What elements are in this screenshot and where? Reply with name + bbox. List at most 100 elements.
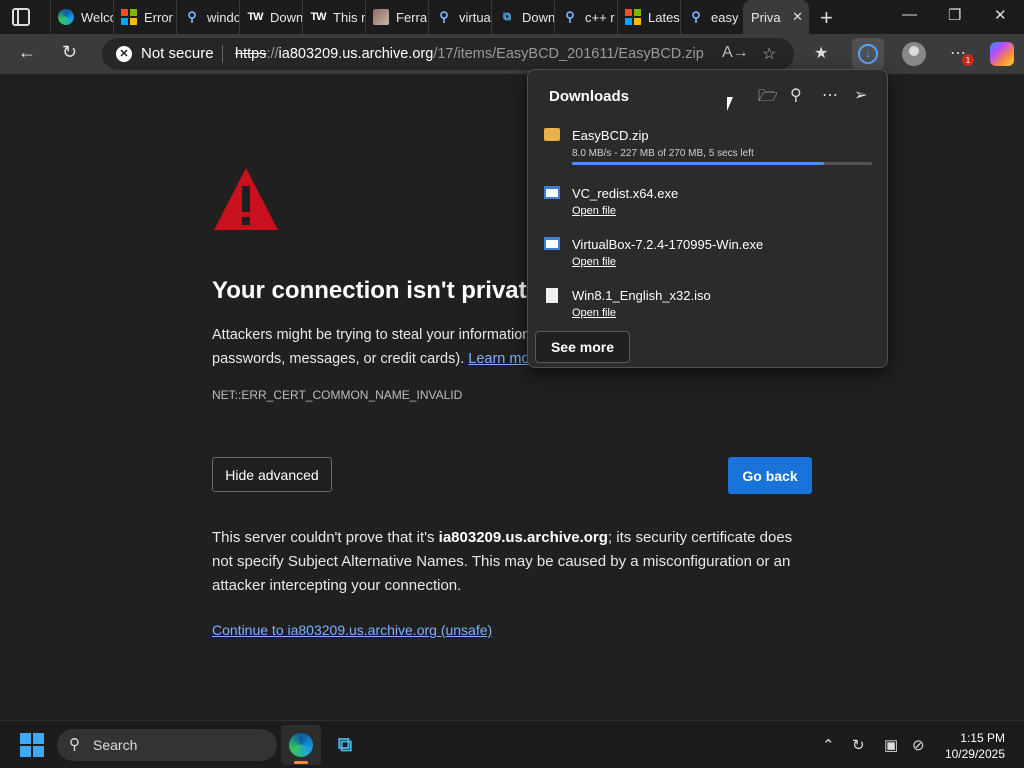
page-title: Your connection isn't private (212, 277, 540, 304)
toolbar: ← ↻ ✕ Not secure https://ia803209.us.arc… (0, 34, 1024, 74)
url-text[interactable]: https://ia803209.us.archive.org/17/items… (235, 46, 704, 62)
tab[interactable]: TW Down (239, 0, 302, 34)
continue-unsafe-link[interactable]: Continue to ia803209.us.archive.org (uns… (212, 622, 492, 638)
details-text: This server couldn't prove that it's ia8… (212, 526, 812, 598)
search-icon: ⚲ (187, 9, 197, 24)
tab[interactable]: Error (113, 0, 176, 34)
tab[interactable]: ⚲ windo (176, 0, 239, 34)
favorite-star-icon[interactable]: ☆ (762, 44, 776, 64)
tab-label: windo (207, 9, 239, 25)
download-filename: VC_redist.x64.exe (572, 186, 679, 201)
profile-avatar[interactable] (902, 42, 926, 66)
visual-studio-icon: ⧉ (503, 10, 511, 23)
tab-label: easy (711, 9, 739, 25)
tab[interactable]: ⚲ easy (680, 0, 743, 34)
see-more-button[interactable]: See more (535, 331, 630, 363)
tab-strip: Welco Error ⚲ windo TW Down TW This r Ferra… (50, 0, 809, 34)
tab[interactable]: ⧉ Down (491, 0, 554, 34)
tab-label: Welco (81, 9, 113, 25)
tab-bar: Welco Error ⚲ windo TW Down TW This r Ferra… (0, 0, 1024, 34)
new-tab-icon[interactable]: + (820, 5, 833, 31)
more-options-icon[interactable]: ⋯ (822, 85, 838, 105)
network-off-icon[interactable]: ⊘ (912, 736, 925, 754)
windows-start-icon[interactable] (20, 733, 44, 757)
image-icon (373, 9, 389, 25)
security-chip[interactable]: ✕ Not secure (116, 45, 214, 62)
security-label: Not secure (141, 45, 214, 62)
read-aloud-icon[interactable]: A→ (722, 44, 749, 62)
tab[interactable]: ⚲ c++ r (554, 0, 617, 34)
tab[interactable]: ⚲ virtua (428, 0, 491, 34)
go-back-button[interactable]: Go back (728, 457, 812, 494)
search-label: Search (93, 737, 138, 753)
tw-icon: TW (247, 11, 263, 23)
display-icon[interactable]: ▣ (884, 736, 898, 754)
exe-file-icon (544, 186, 560, 199)
tab[interactable]: TW This r (302, 0, 365, 34)
tab-label: Lates (648, 9, 680, 25)
clock-date: 10/29/2025 (944, 747, 1005, 761)
download-filename: VirtualBox-7.2.4-170995-Win.exe (572, 237, 764, 252)
download-status: 8.0 MB/s - 227 MB of 270 MB, 5 secs left (572, 148, 754, 159)
address-bar[interactable]: ✕ Not secure https://ia803209.us.archive… (102, 38, 794, 70)
download-filename: Win8.1_English_x32.iso (572, 288, 711, 303)
open-file-link[interactable]: Open file (572, 307, 616, 319)
zip-folder-icon (544, 128, 560, 141)
downloads-panel: Downloads 🗁 ⚲ ⋯ ➢ EasyBCD.zip 8.0 MB/s -… (527, 69, 888, 368)
restore-icon[interactable]: ❐ (948, 6, 961, 24)
tab[interactable]: Welco (50, 0, 113, 34)
tab-label: c++ r (585, 9, 615, 25)
notification-badge: 1 (962, 54, 974, 66)
search-icon: ⚲ (691, 9, 701, 24)
error-code: NET::ERR_CERT_COMMON_NAME_INVALID (212, 388, 463, 402)
tab-label: Down (270, 9, 302, 25)
refresh-icon[interactable]: ↻ (62, 42, 77, 63)
exe-file-icon (544, 237, 560, 250)
open-folder-icon[interactable]: 🗁 (758, 85, 778, 112)
url-scheme: https (235, 46, 267, 62)
clock-time: 1:15 PM (960, 731, 1005, 745)
downloads-button[interactable]: ↓ (852, 38, 884, 70)
warning-text-b: passwords, messages, or credit cards). (212, 351, 465, 367)
system-clock[interactable]: 1:15 PM 10/29/2025 (940, 730, 1005, 762)
open-file-link[interactable]: Open file (572, 205, 616, 217)
back-icon[interactable]: ← (18, 42, 36, 63)
url-separator: :// (266, 46, 279, 62)
chevron-up-icon[interactable]: ⌃ (822, 736, 835, 754)
vs-taskbar-app[interactable]: ⧉ (325, 725, 365, 765)
download-filename: EasyBCD.zip (572, 128, 649, 143)
taskbar-search[interactable]: ⚲ Search (57, 729, 277, 761)
tab[interactable]: Lates (617, 0, 680, 34)
tab-label: virtua (459, 9, 491, 25)
tab-label: Down (522, 9, 554, 25)
hide-advanced-button[interactable]: Hide advanced (212, 457, 332, 492)
close-window-icon[interactable]: ✕ (994, 6, 1007, 24)
microsoft-icon (625, 9, 641, 25)
active-indicator (294, 761, 308, 764)
edge-taskbar-app[interactable] (281, 725, 321, 765)
tw-icon: TW (310, 11, 326, 23)
tab-active[interactable]: Priva ✕ (743, 0, 809, 34)
details-text-a: This server couldn't prove that it's (212, 529, 439, 546)
favorites-icon[interactable]: ★ (814, 43, 828, 63)
details-host: ia803209.us.archive.org (438, 529, 608, 546)
minimize-icon[interactable]: — (902, 6, 917, 23)
search-icon: ⚲ (439, 9, 449, 24)
copilot-icon[interactable] (990, 42, 1014, 66)
tab-label: Ferra (396, 9, 428, 25)
iso-file-icon (546, 288, 558, 303)
microsoft-icon (121, 9, 137, 25)
sync-icon[interactable]: ↻ (852, 736, 865, 754)
tab-label: Priva (751, 9, 781, 25)
edge-icon (58, 9, 74, 25)
mouse-cursor (727, 97, 733, 111)
search-icon: ⚲ (565, 9, 575, 24)
search-downloads-icon[interactable]: ⚲ (790, 85, 802, 105)
tab-actions-icon[interactable] (12, 8, 30, 26)
url-path: /17/items/EasyBCD_201611/EasyBCD.zip (433, 46, 704, 62)
pin-icon[interactable]: ➢ (854, 85, 867, 105)
taskbar: ⚲ Search ⧉ ⌃ ↻ ▣ ⊘ 1:15 PM 10/29/2025 (0, 720, 1024, 768)
close-tab-icon[interactable]: ✕ (792, 9, 803, 25)
tab[interactable]: Ferra (365, 0, 428, 34)
open-file-link[interactable]: Open file (572, 256, 616, 268)
